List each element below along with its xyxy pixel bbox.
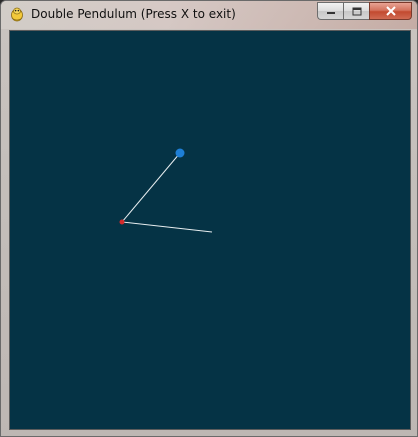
maximize-button[interactable] [343,2,369,20]
python-snake-icon [11,7,23,22]
pivot-point [175,148,185,158]
title-bar[interactable]: Double Pendulum (Press X to exit) [1,1,417,29]
pendulum-scene [119,148,213,233]
window-title: Double Pendulum (Press X to exit) [31,7,236,21]
close-icon [385,6,396,16]
game-canvas[interactable] [9,30,411,430]
minimize-button[interactable] [317,2,343,20]
close-button[interactable] [369,2,412,20]
maximize-icon [352,7,361,15]
upper-rod [121,152,181,223]
lower-rod [121,221,213,233]
minimize-icon [326,12,335,14]
app-window: Double Pendulum (Press X to exit) [0,0,418,437]
middle-joint [119,219,125,225]
window-controls [317,2,412,20]
